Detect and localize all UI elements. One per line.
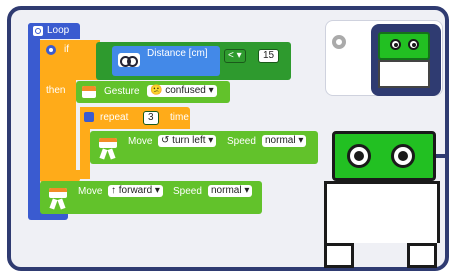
robot-right-leg [407, 243, 437, 268]
robot-right-eye-icon [391, 144, 415, 168]
robot-eye-icon [408, 39, 419, 50]
robot-head [332, 131, 436, 181]
robot-left-leg [324, 243, 354, 268]
direction-dropdown[interactable]: ↑ forward ▾ [108, 185, 163, 197]
speed-value: normal [211, 185, 242, 196]
move-label: Move [78, 186, 103, 197]
robot-icon [82, 86, 96, 98]
gesture-dropdown[interactable]: 😕 confused ▾ [147, 85, 217, 97]
ultrasonic-sensor-icon [118, 53, 140, 67]
then-label: then [46, 85, 66, 96]
operator-value: < [228, 50, 234, 61]
loop-label: Loop [47, 25, 70, 36]
move-label: Move [128, 136, 153, 147]
speed-value: normal [265, 135, 296, 146]
direction-value: forward [118, 185, 153, 196]
direction-value: turn left [172, 135, 206, 146]
speed-label: Speed [173, 186, 202, 197]
gear-icon[interactable] [46, 45, 56, 55]
confused-face-icon: 😕 [150, 85, 163, 96]
direction-dropdown[interactable]: ↺ turn left ▾ [158, 135, 217, 147]
gesture-value: confused [165, 85, 206, 96]
repeat-label: repeat [100, 112, 129, 123]
if-label: if [64, 44, 69, 55]
robot-body [324, 181, 440, 243]
loop-block[interactable] [28, 23, 40, 218]
robot-eye-icon [390, 39, 401, 50]
speed-dropdown[interactable]: normal ▾ [208, 185, 253, 197]
walking-robot-icon [45, 188, 71, 210]
gesture-label: Gesture [104, 86, 140, 97]
repeat-suffix: time [170, 112, 189, 123]
speed-label: Speed [227, 136, 256, 147]
robot-thumbnail-head [378, 32, 430, 60]
rotate-left-icon: ↺ [161, 135, 170, 146]
repeat-icon [84, 112, 94, 122]
robot-thumbnail-body [378, 60, 430, 88]
loop-icon [33, 26, 43, 36]
robot-left-eye-icon [347, 144, 371, 168]
distance-value-input[interactable]: 15 [258, 49, 280, 63]
distance-label: Distance [cm] [147, 48, 208, 59]
robot-cable [436, 154, 448, 158]
settings-gear-icon[interactable] [332, 35, 346, 49]
repeat-count-input[interactable]: 3 [143, 111, 159, 125]
walking-robot-icon [95, 138, 121, 160]
operator-dropdown[interactable]: < ▾ [224, 49, 246, 63]
arrow-up-icon: ↑ [111, 185, 116, 196]
speed-dropdown[interactable]: normal ▾ [262, 135, 307, 147]
